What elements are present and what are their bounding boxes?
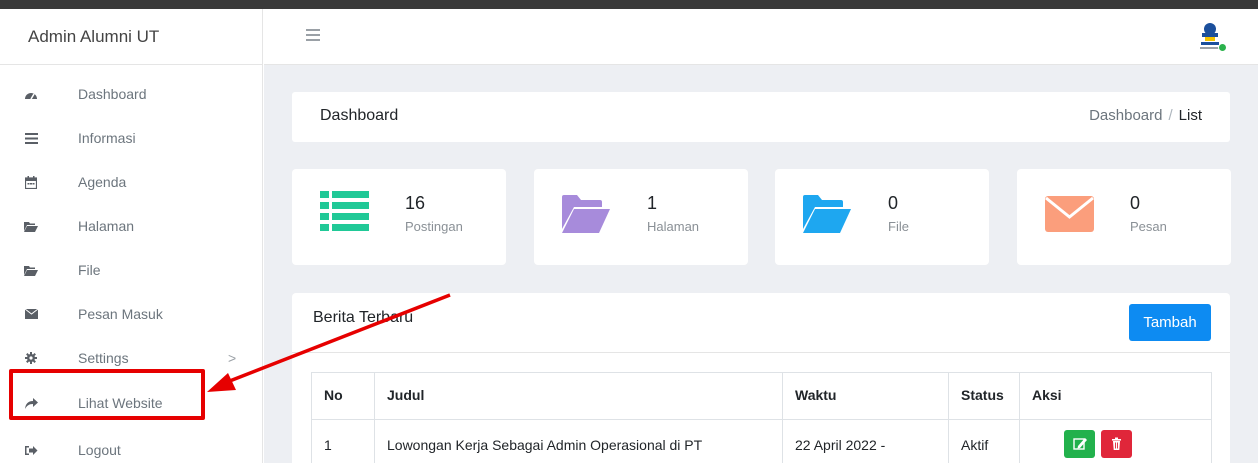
cell-waktu: 22 April 2022 - [782,419,949,463]
breadcrumb: Dashboard / List [1089,107,1202,124]
cell-judul[interactable]: Lowongan Kerja Sebagai Admin Operasional… [374,419,783,463]
breadcrumb-parent[interactable]: Dashboard [1089,107,1162,124]
stat-value: 0 [888,193,899,213]
sidebar-item-label: Pesan Masuk [78,306,163,322]
column-header-status[interactable]: Status [948,372,1020,420]
sidebar-item-pesan-masuk[interactable]: Pesan Masuk [0,293,262,335]
stat-card-pesan: 0 Pesan [1017,169,1231,265]
sign-out-icon [24,443,38,457]
column-header-waktu[interactable]: Waktu [782,372,949,420]
breadcrumb-separator: / [1168,107,1173,124]
sidebar-item-label: File [78,262,101,278]
tambah-button[interactable]: Tambah [1129,304,1211,341]
main-content: Dashboard Dashboard / List 16 Postingan 1 … [264,65,1258,463]
chevron-right-icon: > [228,350,237,366]
folder-icon [24,263,38,277]
stat-value: 0 [1130,193,1141,213]
cell-aksi [1019,419,1212,463]
stat-label: File [888,219,909,234]
edit-button[interactable] [1064,430,1095,458]
sidebar-item-label: Agenda [78,174,127,190]
delete-button[interactable] [1101,430,1132,458]
sidebar-item-label: Halaman [78,218,135,234]
sidebar-item-label: Dashboard [78,86,147,102]
panel-divider [292,352,1230,353]
envelope-icon [1045,196,1094,237]
stat-card-file: 0 File [775,169,989,265]
dashboard-icon [24,87,38,101]
sidebar-item-halaman[interactable]: Halaman [0,205,262,247]
stat-label: Postingan [405,219,463,234]
column-header-no[interactable]: No [311,372,375,420]
stat-value: 1 [647,193,658,213]
edit-icon [1073,438,1087,450]
sidebar-item-file[interactable]: File [0,249,262,291]
hamburger-menu-icon[interactable] [306,29,320,41]
window-top-bar [0,0,1258,9]
page-title: Dashboard [320,107,399,124]
brand-title[interactable]: Admin Alumni UT [0,9,262,65]
sidebar-item-informasi[interactable]: Informasi [0,117,262,159]
panel-title: Berita Terbaru [313,309,414,326]
folder-open-icon [803,195,851,238]
table-row: 1 Lowongan Kerja Sebagai Admin Operasion… [311,419,1212,463]
topbar [264,9,1258,65]
annotation-highlight-box [9,369,205,420]
cell-status: Aktif [948,419,1020,463]
online-status-dot [1218,43,1227,52]
gear-icon [24,351,38,365]
list-icon [24,131,38,145]
stat-label: Pesan [1130,219,1167,234]
cell-no: 1 [311,419,375,463]
berita-terbaru-panel: Berita Terbaru Tambah No Judul Waktu Sta… [292,293,1230,463]
stat-value: 16 [405,193,426,213]
sidebar-item-logout[interactable]: Logout [0,429,262,463]
sidebar-item-agenda[interactable]: Agenda [0,161,262,203]
list-icon [320,191,369,236]
stat-card-postingan: 16 Postingan [292,169,506,265]
stat-label: Halaman [647,219,700,234]
envelope-icon [24,307,38,321]
sidebar-item-dashboard[interactable]: Dashboard [0,73,262,115]
table-header-row: No Judul Waktu Status Aksi [311,372,1212,420]
calendar-icon [24,175,38,189]
trash-icon [1112,437,1121,450]
folder-icon [24,219,38,233]
sidebar-item-label: Informasi [78,130,136,146]
stat-card-halaman: 1 Halaman [534,169,748,265]
page-header: Dashboard Dashboard / List [292,92,1230,142]
column-header-aksi: Aksi [1019,372,1212,420]
breadcrumb-current: List [1178,107,1202,124]
sidebar-item-label: Settings [78,350,129,366]
folder-open-icon [562,195,610,238]
column-header-judul[interactable]: Judul [374,372,783,420]
berita-table: No Judul Waktu Status Aksi 1 Lowongan Ke… [311,372,1212,463]
sidebar-item-label: Logout [78,442,121,458]
